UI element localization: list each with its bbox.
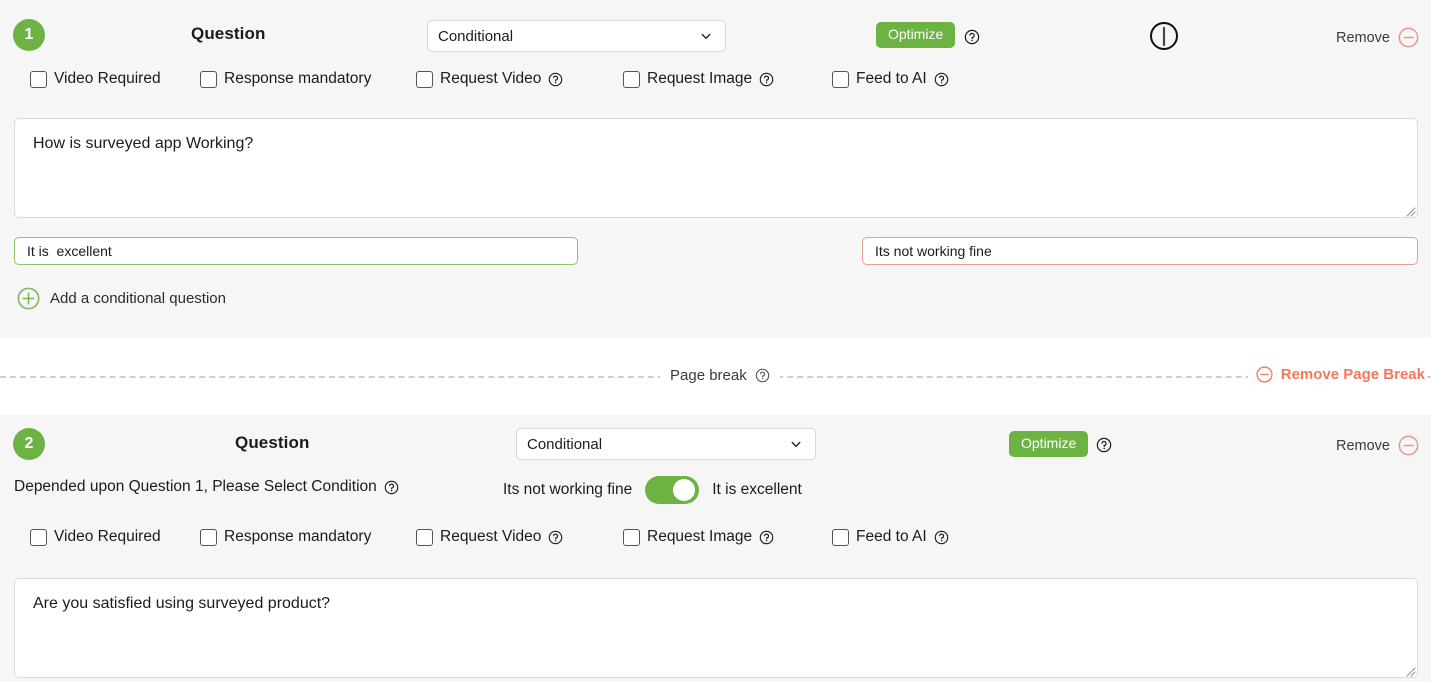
chevron-down-icon: [700, 30, 712, 42]
question-1-type-select[interactable]: Conditional: [427, 20, 726, 52]
question-2-header: 2 Question Conditional Optimize Remove: [0, 415, 1431, 471]
optimize-button-1[interactable]: Optimize: [876, 22, 955, 48]
checkbox-box[interactable]: [200, 529, 217, 546]
request-image-help-icon-1[interactable]: [759, 72, 774, 87]
question-2-options-row: Video Required Response mandatory Reques…: [0, 528, 1431, 562]
question-1-type-value: Conditional: [438, 28, 700, 45]
optimize-button-2[interactable]: Optimize: [1009, 431, 1088, 457]
dependency-description-label: Depended upon Question 1, Please Select …: [14, 478, 377, 496]
dependency-help-icon[interactable]: [384, 480, 399, 495]
remove-question-2[interactable]: Remove: [1336, 435, 1419, 456]
remove-page-break-label: Remove Page Break: [1281, 366, 1425, 383]
question-1-option-negative[interactable]: [862, 237, 1418, 265]
checkbox-label: Request Image: [647, 70, 752, 88]
request-video-help-icon-1[interactable]: [548, 72, 563, 87]
minus-circle-icon: [1256, 366, 1273, 383]
toggle-left-label: Its not working fine: [503, 481, 632, 499]
checkbox-response-mandatory-2[interactable]: Response mandatory: [200, 528, 371, 546]
checkbox-box[interactable]: [30, 71, 47, 88]
page-break-label: Page break: [670, 367, 747, 384]
condition-toggle-group: Its not working fine It is excellent: [503, 476, 802, 504]
remove-question-1[interactable]: Remove: [1336, 27, 1419, 48]
checkbox-box[interactable]: [30, 529, 47, 546]
checkbox-label: Video Required: [54, 528, 161, 546]
page-break-row: Page break Remove Page Break: [0, 356, 1431, 396]
checkbox-feed-to-ai-2[interactable]: Feed to AI: [832, 528, 949, 546]
question-2-title: Question: [235, 433, 309, 453]
toggle-knob: [673, 479, 695, 501]
question-1-header: 1 Question Conditional Optimize Remove: [0, 0, 1431, 56]
checkbox-label: Request Video: [440, 70, 541, 88]
checkbox-label: Response mandatory: [224, 70, 371, 88]
request-image-help-icon-2[interactable]: [759, 530, 774, 545]
question-number-badge-2: 2: [13, 428, 45, 460]
feed-to-ai-help-icon-1[interactable]: [934, 72, 949, 87]
remove-question-2-label: Remove: [1336, 438, 1390, 454]
question-1-text-input[interactable]: [14, 118, 1418, 218]
checkbox-box[interactable]: [832, 71, 849, 88]
question-card-2: 2 Question Conditional Optimize Remove D…: [0, 415, 1431, 682]
info-circle-icon[interactable]: [1149, 21, 1179, 51]
question-card-1: 1 Question Conditional Optimize Remove: [0, 0, 1431, 338]
checkbox-request-image-1[interactable]: Request Image: [623, 70, 774, 88]
checkbox-label: Request Image: [647, 528, 752, 546]
question-2-type-select[interactable]: Conditional: [516, 428, 816, 460]
checkbox-label: Request Video: [440, 528, 541, 546]
remove-page-break-button[interactable]: Remove Page Break: [1248, 366, 1427, 383]
checkbox-label: Feed to AI: [856, 70, 927, 88]
add-conditional-question-button[interactable]: Add a conditional question: [17, 287, 226, 310]
page-break-help-icon[interactable]: [755, 368, 770, 383]
feed-to-ai-help-icon-2[interactable]: [934, 530, 949, 545]
question-number-badge-1: 1: [13, 19, 45, 51]
page-break-label-group: Page break: [660, 367, 780, 384]
toggle-right-label: It is excellent: [712, 481, 802, 499]
checkbox-box[interactable]: [623, 71, 640, 88]
checkbox-label: Response mandatory: [224, 528, 371, 546]
checkbox-request-video-2[interactable]: Request Video: [416, 528, 563, 546]
checkbox-response-mandatory-1[interactable]: Response mandatory: [200, 70, 371, 88]
question-1-option-positive[interactable]: [14, 237, 578, 265]
condition-toggle-switch[interactable]: [645, 476, 699, 504]
checkbox-request-image-2[interactable]: Request Image: [623, 528, 774, 546]
dependency-description: Depended upon Question 1, Please Select …: [14, 478, 399, 496]
checkbox-feed-to-ai-1[interactable]: Feed to AI: [832, 70, 949, 88]
checkbox-video-required-2[interactable]: Video Required: [30, 528, 161, 546]
remove-question-1-label: Remove: [1336, 30, 1390, 46]
chevron-down-icon: [790, 438, 802, 450]
add-conditional-question-label: Add a conditional question: [50, 290, 226, 307]
minus-circle-icon: [1398, 435, 1419, 456]
question-2-text-input[interactable]: [14, 578, 1418, 678]
checkbox-box[interactable]: [832, 529, 849, 546]
optimize-help-icon-2[interactable]: [1096, 437, 1112, 453]
minus-circle-icon: [1398, 27, 1419, 48]
question-2-dependency-row: Depended upon Question 1, Please Select …: [0, 473, 1431, 513]
checkbox-request-video-1[interactable]: Request Video: [416, 70, 563, 88]
question-2-type-value: Conditional: [527, 436, 790, 453]
checkbox-label: Video Required: [54, 70, 161, 88]
checkbox-box[interactable]: [416, 71, 433, 88]
request-video-help-icon-2[interactable]: [548, 530, 563, 545]
checkbox-box[interactable]: [200, 71, 217, 88]
question-1-options-row: Video Required Response mandatory Reques…: [0, 70, 1431, 104]
checkbox-box[interactable]: [623, 529, 640, 546]
checkbox-video-required-1[interactable]: Video Required: [30, 70, 161, 88]
question-1-title: Question: [191, 24, 265, 44]
checkbox-box[interactable]: [416, 529, 433, 546]
optimize-help-icon-1[interactable]: [964, 29, 980, 45]
plus-circle-icon: [17, 287, 40, 310]
checkbox-label: Feed to AI: [856, 528, 927, 546]
